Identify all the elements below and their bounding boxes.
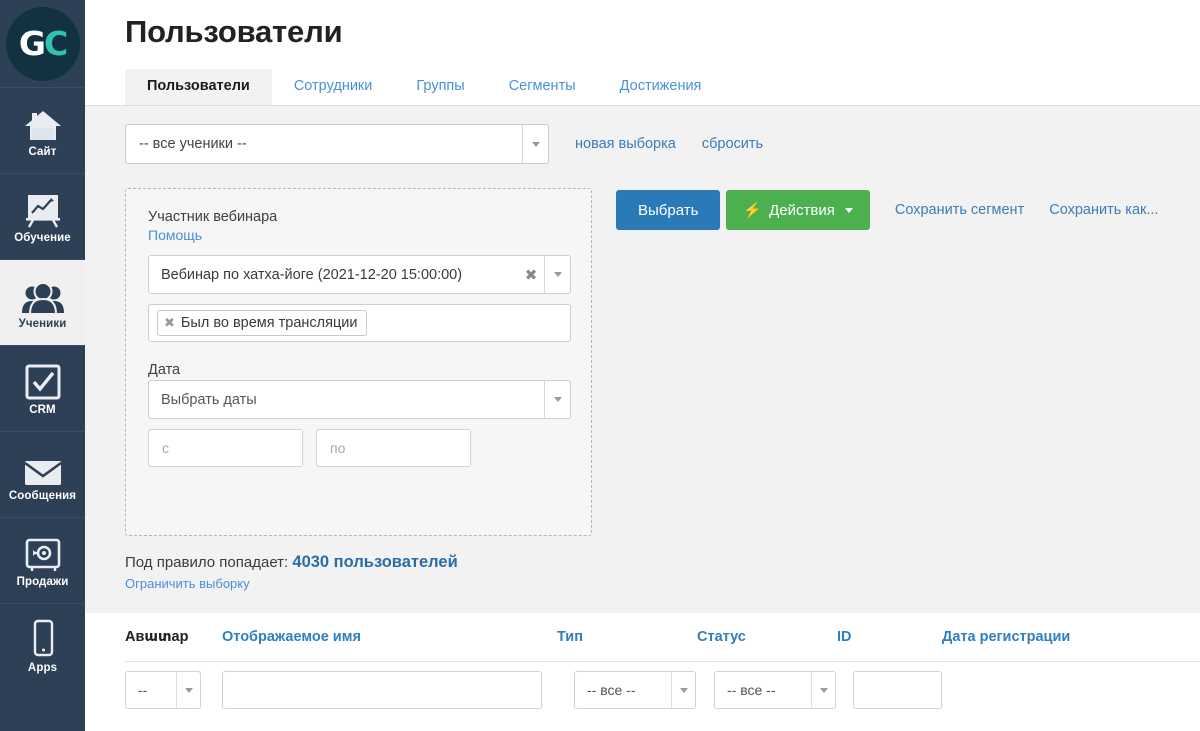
logo-letter-c: C: [43, 24, 68, 63]
webinar-status-tagbox[interactable]: ✖ Был во время трансляции: [148, 304, 571, 342]
app-root: GC Сайт Обучение Ученики CRM Сообщения П…: [0, 0, 1200, 731]
tag-label: Был во время трансляции: [180, 315, 358, 331]
date-to-input[interactable]: по: [316, 429, 471, 467]
date-range-select-value: Выбрать даты: [161, 391, 257, 408]
status-filter-select[interactable]: -- все --: [714, 671, 836, 709]
sidebar-item-label: Сообщения: [8, 489, 77, 502]
select-button[interactable]: Выбрать: [616, 190, 721, 230]
webinar-select[interactable]: Вебинар по хатха-йоге (2021-12-20 15:00:…: [148, 255, 571, 294]
sidebar-item-crm[interactable]: CRM: [0, 345, 85, 431]
date-from-input[interactable]: с: [148, 429, 303, 467]
type-filter-select[interactable]: -- все --: [574, 671, 696, 709]
id-filter-input[interactable]: [853, 671, 942, 709]
main-area: Пользователи Пользователи Сотрудники Гру…: [85, 0, 1200, 731]
sidebar-item-label: Обучение: [14, 231, 71, 244]
tag-chip[interactable]: ✖ Был во время трансляции: [157, 310, 367, 336]
tab-segments[interactable]: Сегменты: [487, 69, 598, 105]
checkbox-check-icon: [24, 361, 62, 401]
sidebar-item-education[interactable]: Обучение: [0, 173, 85, 259]
chevron-down-icon[interactable]: [671, 672, 695, 708]
date-range-select[interactable]: Выбрать даты: [148, 380, 571, 419]
limit-selection-link[interactable]: Ограничить выборку: [125, 576, 250, 591]
avatar-filter-select[interactable]: --: [125, 671, 201, 709]
column-header-type[interactable]: Тип: [557, 629, 697, 645]
tag-remove-icon[interactable]: ✖: [164, 315, 175, 331]
display-name-filter-input[interactable]: [222, 671, 542, 709]
chevron-down-icon[interactable]: [522, 125, 548, 163]
student-group-select[interactable]: -- все ученики --: [125, 124, 549, 164]
sidebar-item-label: Ученики: [18, 317, 67, 330]
page-header: Пользователи Пользователи Сотрудники Гру…: [85, 0, 1200, 106]
sidebar-item-label: CRM: [29, 403, 56, 416]
summary-prefix: Под правило попадает:: [125, 554, 289, 571]
logo-letter-g: G: [18, 24, 46, 63]
type-filter-value: -- все --: [587, 682, 636, 698]
mobile-phone-icon: [28, 619, 58, 659]
actions-bar: Выбрать ⚡ Действия Сохранить сегмент Сох…: [616, 188, 1158, 230]
filter-and-actions-row: Участник вебинара Помощь Вебинар по хатх…: [125, 188, 1200, 536]
column-header-display-name[interactable]: Отображаемое имя: [222, 629, 557, 645]
tab-employees[interactable]: Сотрудники: [272, 69, 395, 105]
date-inputs-row: с по: [148, 429, 569, 467]
users-table: Авատар Отображаемое имя Тип Статус ID Да…: [85, 613, 1200, 718]
lightning-bolt-icon: ⚡: [743, 201, 763, 219]
gc-logo-icon: GC: [5, 6, 80, 81]
sidebar-item-messages[interactable]: Сообщения: [0, 431, 85, 517]
sidebar-item-sales[interactable]: Продажи: [0, 517, 85, 603]
chevron-down-icon: [844, 207, 853, 213]
date-label: Дата: [148, 362, 181, 378]
new-selection-link[interactable]: новая выборка: [575, 136, 676, 152]
actions-button-label: Действия: [769, 201, 835, 219]
tab-bar: Пользователи Сотрудники Группы Сегменты …: [85, 69, 1200, 106]
actions-button[interactable]: ⚡ Действия: [726, 190, 870, 230]
chart-board-icon: [23, 189, 63, 229]
safe-icon: [23, 533, 63, 573]
sidebar: GC Сайт Обучение Ученики CRM Сообщения П…: [0, 0, 85, 731]
table-header-row: Авատар Отображаемое имя Тип Статус ID Да…: [125, 613, 1200, 662]
clear-icon[interactable]: ✖: [518, 256, 544, 293]
save-segment-link[interactable]: Сохранить сегмент: [895, 202, 1024, 218]
tab-groups[interactable]: Группы: [394, 69, 486, 105]
filter-panel: Участник вебинара Помощь Вебинар по хатх…: [125, 188, 592, 536]
table-filter-row: -- -- все -- -- все --: [125, 662, 1200, 718]
summary-block: Под правило попадает: 4030 пользователей…: [125, 553, 1200, 593]
chevron-down-icon[interactable]: [176, 672, 200, 708]
column-header-avatar[interactable]: Авատар: [125, 629, 222, 645]
sidebar-item-label: Apps: [27, 661, 58, 674]
status-filter-value: -- все --: [727, 682, 776, 698]
sidebar-item-students[interactable]: Ученики: [0, 259, 85, 345]
save-as-link[interactable]: Сохранить как...: [1049, 202, 1158, 218]
reset-link[interactable]: сбросить: [702, 136, 763, 152]
tab-users[interactable]: Пользователи: [125, 69, 272, 105]
page-title: Пользователи: [125, 14, 343, 49]
filter-section-label: Участник вебинара: [148, 209, 278, 225]
selection-row: -- все ученики -- новая выборка сбросить: [125, 124, 1200, 164]
chevron-down-icon[interactable]: [544, 256, 570, 293]
column-header-status[interactable]: Статус: [697, 629, 837, 645]
home-icon: [23, 103, 63, 143]
student-group-select-value: -- все ученики --: [139, 136, 247, 152]
sidebar-item-site[interactable]: Сайт: [0, 87, 85, 173]
envelope-icon: [22, 447, 64, 487]
webinar-select-value: Вебинар по хатха-йоге (2021-12-20 15:00:…: [161, 266, 463, 283]
content-area: -- все ученики -- новая выборка сбросить…: [85, 106, 1200, 613]
column-header-id[interactable]: ID: [837, 629, 942, 645]
tab-achievements[interactable]: Достижения: [598, 69, 724, 105]
avatar-filter-value: --: [138, 682, 148, 698]
help-link[interactable]: Помощь: [148, 227, 202, 243]
column-header-registration-date[interactable]: Дата регистрации: [942, 629, 1142, 645]
sidebar-item-apps[interactable]: Apps: [0, 603, 85, 689]
sidebar-logo[interactable]: GC: [0, 0, 85, 87]
sidebar-item-label: Сайт: [28, 145, 57, 158]
chevron-down-icon[interactable]: [544, 381, 570, 418]
users-icon: [21, 275, 65, 315]
sidebar-item-label: Продажи: [16, 575, 69, 588]
summary-line: Под правило попадает: 4030 пользователей: [125, 553, 1200, 572]
chevron-down-icon[interactable]: [811, 672, 835, 708]
summary-count: 4030 пользователей: [292, 553, 458, 571]
